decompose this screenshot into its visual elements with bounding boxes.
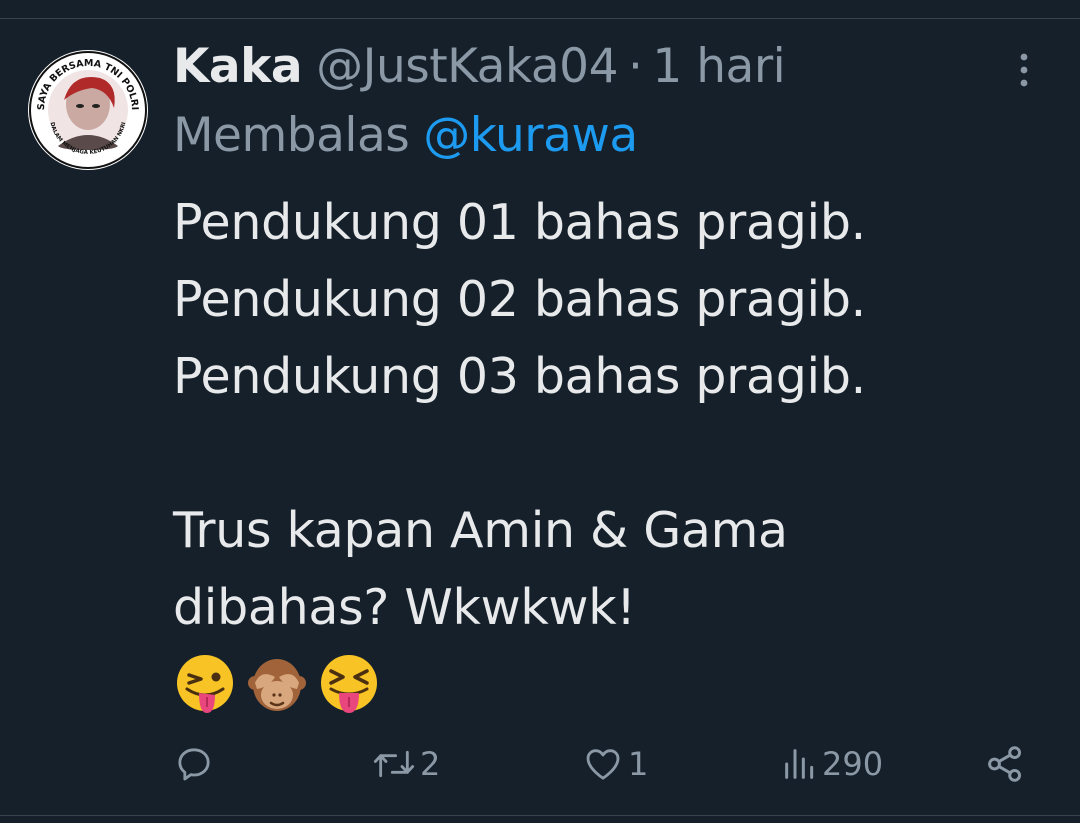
views-button[interactable]: 290 bbox=[782, 742, 883, 786]
share-button[interactable] bbox=[984, 742, 1026, 786]
avatar-image: SAYA BERSAMA TNI POLRI DALAM MENJAGA KEU… bbox=[29, 51, 147, 169]
retweet-icon bbox=[373, 750, 415, 778]
replying-to-label: Membalas bbox=[173, 107, 410, 163]
tweet-text-line: Pendukung 03 bahas pragib. bbox=[173, 348, 866, 405]
retweet-count: 2 bbox=[420, 745, 441, 783]
avatar[interactable]: SAYA BERSAMA TNI POLRI DALAM MENJAGA KEU… bbox=[28, 50, 148, 170]
tweet-timestamp[interactable]: 1 hari bbox=[652, 39, 785, 94]
reply-icon bbox=[178, 748, 210, 781]
emoji-row bbox=[173, 653, 381, 717]
reply-button[interactable] bbox=[174, 742, 218, 786]
tweet-text: Pendukung 01 bahas pragib. Pendukung 02 … bbox=[173, 184, 1033, 646]
replying-to-mention[interactable]: @kurawa bbox=[423, 108, 638, 163]
tweet-text-line: Trus kapan Amin & Gama bbox=[173, 502, 788, 559]
top-divider bbox=[0, 18, 1080, 19]
heart-icon bbox=[586, 749, 620, 780]
like-button[interactable]: 1 bbox=[582, 742, 648, 786]
tweet-text-line: Pendukung 01 bahas pragib. bbox=[173, 194, 866, 251]
views-icon bbox=[785, 749, 814, 779]
winking-face-with-tongue-icon bbox=[177, 655, 233, 713]
tweet-text-line: dibahas? Wkwkwk! bbox=[173, 579, 636, 636]
tweet-text-blank-line bbox=[173, 415, 1033, 492]
author-name[interactable]: Kaka bbox=[173, 39, 303, 94]
author-handle[interactable]: @JustKaka04 bbox=[316, 39, 618, 94]
see-no-evil-monkey-icon bbox=[248, 659, 306, 711]
share-icon bbox=[988, 746, 1022, 782]
header-separator: · bbox=[627, 38, 643, 94]
retweet-button[interactable]: 2 bbox=[372, 742, 440, 786]
more-options-button[interactable] bbox=[1006, 48, 1042, 92]
squinting-face-with-tongue-icon bbox=[321, 655, 377, 713]
like-count: 1 bbox=[628, 745, 649, 783]
more-vertical-icon bbox=[1020, 53, 1028, 87]
bottom-divider bbox=[0, 815, 1080, 816]
tweet-header: Kaka @JustKaka04 · 1 hari bbox=[173, 36, 786, 96]
views-count: 290 bbox=[822, 745, 884, 783]
tweet-text-line: Pendukung 02 bahas pragib. bbox=[173, 271, 866, 328]
replying-to: Membalas @kurawa bbox=[173, 106, 638, 164]
